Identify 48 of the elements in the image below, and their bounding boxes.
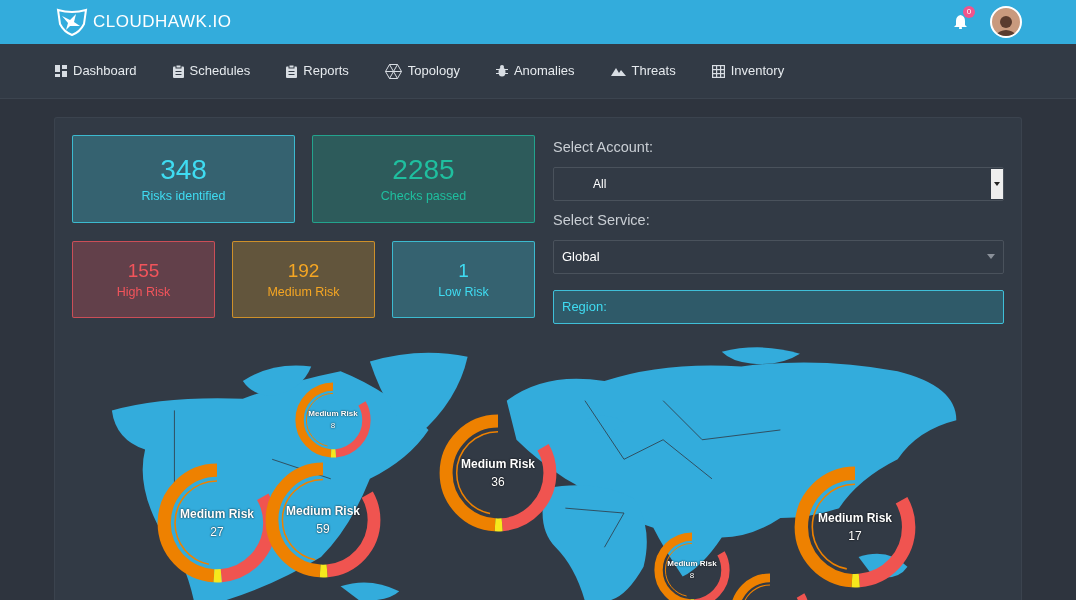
stat-value: 155 <box>127 260 160 280</box>
nav-link[interactable]: Topology <box>384 61 460 81</box>
bell-icon <box>953 15 967 29</box>
marker-count: 36 <box>491 473 505 491</box>
nav-link[interactable]: Reports <box>286 61 349 81</box>
clipboard-icon <box>286 64 298 78</box>
stat-label: Low Risk <box>438 285 489 299</box>
nav-link[interactable]: Inventory <box>711 61 785 81</box>
stat-label: Checks passed <box>380 189 467 203</box>
dashboard-icon <box>55 65 67 77</box>
marker-count: 27 <box>210 523 224 541</box>
marker-count: 59 <box>316 520 330 538</box>
marker-label: Medium Risk <box>818 509 892 527</box>
hexagon-icon <box>384 63 402 79</box>
grid-icon <box>711 64 725 78</box>
stat-value: 348 <box>160 155 207 184</box>
clipboard-icon <box>172 64 184 78</box>
marker-count: 17 <box>848 527 862 545</box>
stat-label: Medium Risk <box>267 285 340 299</box>
nav-link[interactable]: Threats <box>610 61 676 81</box>
mountain-icon <box>610 66 626 76</box>
nav-link[interactable]: Schedules <box>172 61 251 81</box>
marker-count: 8 <box>689 569 695 582</box>
marker-count: 8 <box>330 419 336 432</box>
stat-label: High Risk <box>116 285 171 299</box>
bug-icon <box>495 65 508 77</box>
field-label: Select Account: <box>553 138 654 157</box>
caret-icon <box>991 168 1003 199</box>
stat-value: 2285 <box>392 155 455 184</box>
marker-label: Medium Risk <box>461 455 535 473</box>
brand-name: CLOUDHAWK.IO <box>93 11 232 34</box>
hawk-shield-logo-icon <box>54 8 90 36</box>
region-label: Region: <box>562 297 607 316</box>
user-avatar[interactable] <box>990 6 1022 38</box>
stat-label: Risks identified <box>141 189 226 203</box>
nav-link[interactable]: Dashboard <box>55 61 137 81</box>
nav-link[interactable]: Anomalies <box>495 61 575 81</box>
stat-value: 192 <box>287 260 320 280</box>
service-select[interactable]: Global <box>553 239 1004 274</box>
region-field[interactable]: Region: <box>553 289 1004 324</box>
field-label: Select Service: <box>553 210 651 230</box>
notification-count-badge: 0 <box>963 6 975 18</box>
marker-label: Medium Risk <box>308 407 358 420</box>
notifications-button[interactable] <box>952 12 968 32</box>
account-select[interactable]: All <box>553 166 1004 201</box>
marker-label: Medium Risk <box>180 505 254 523</box>
stat-value: 1 <box>458 260 469 280</box>
caret-icon <box>987 254 995 259</box>
